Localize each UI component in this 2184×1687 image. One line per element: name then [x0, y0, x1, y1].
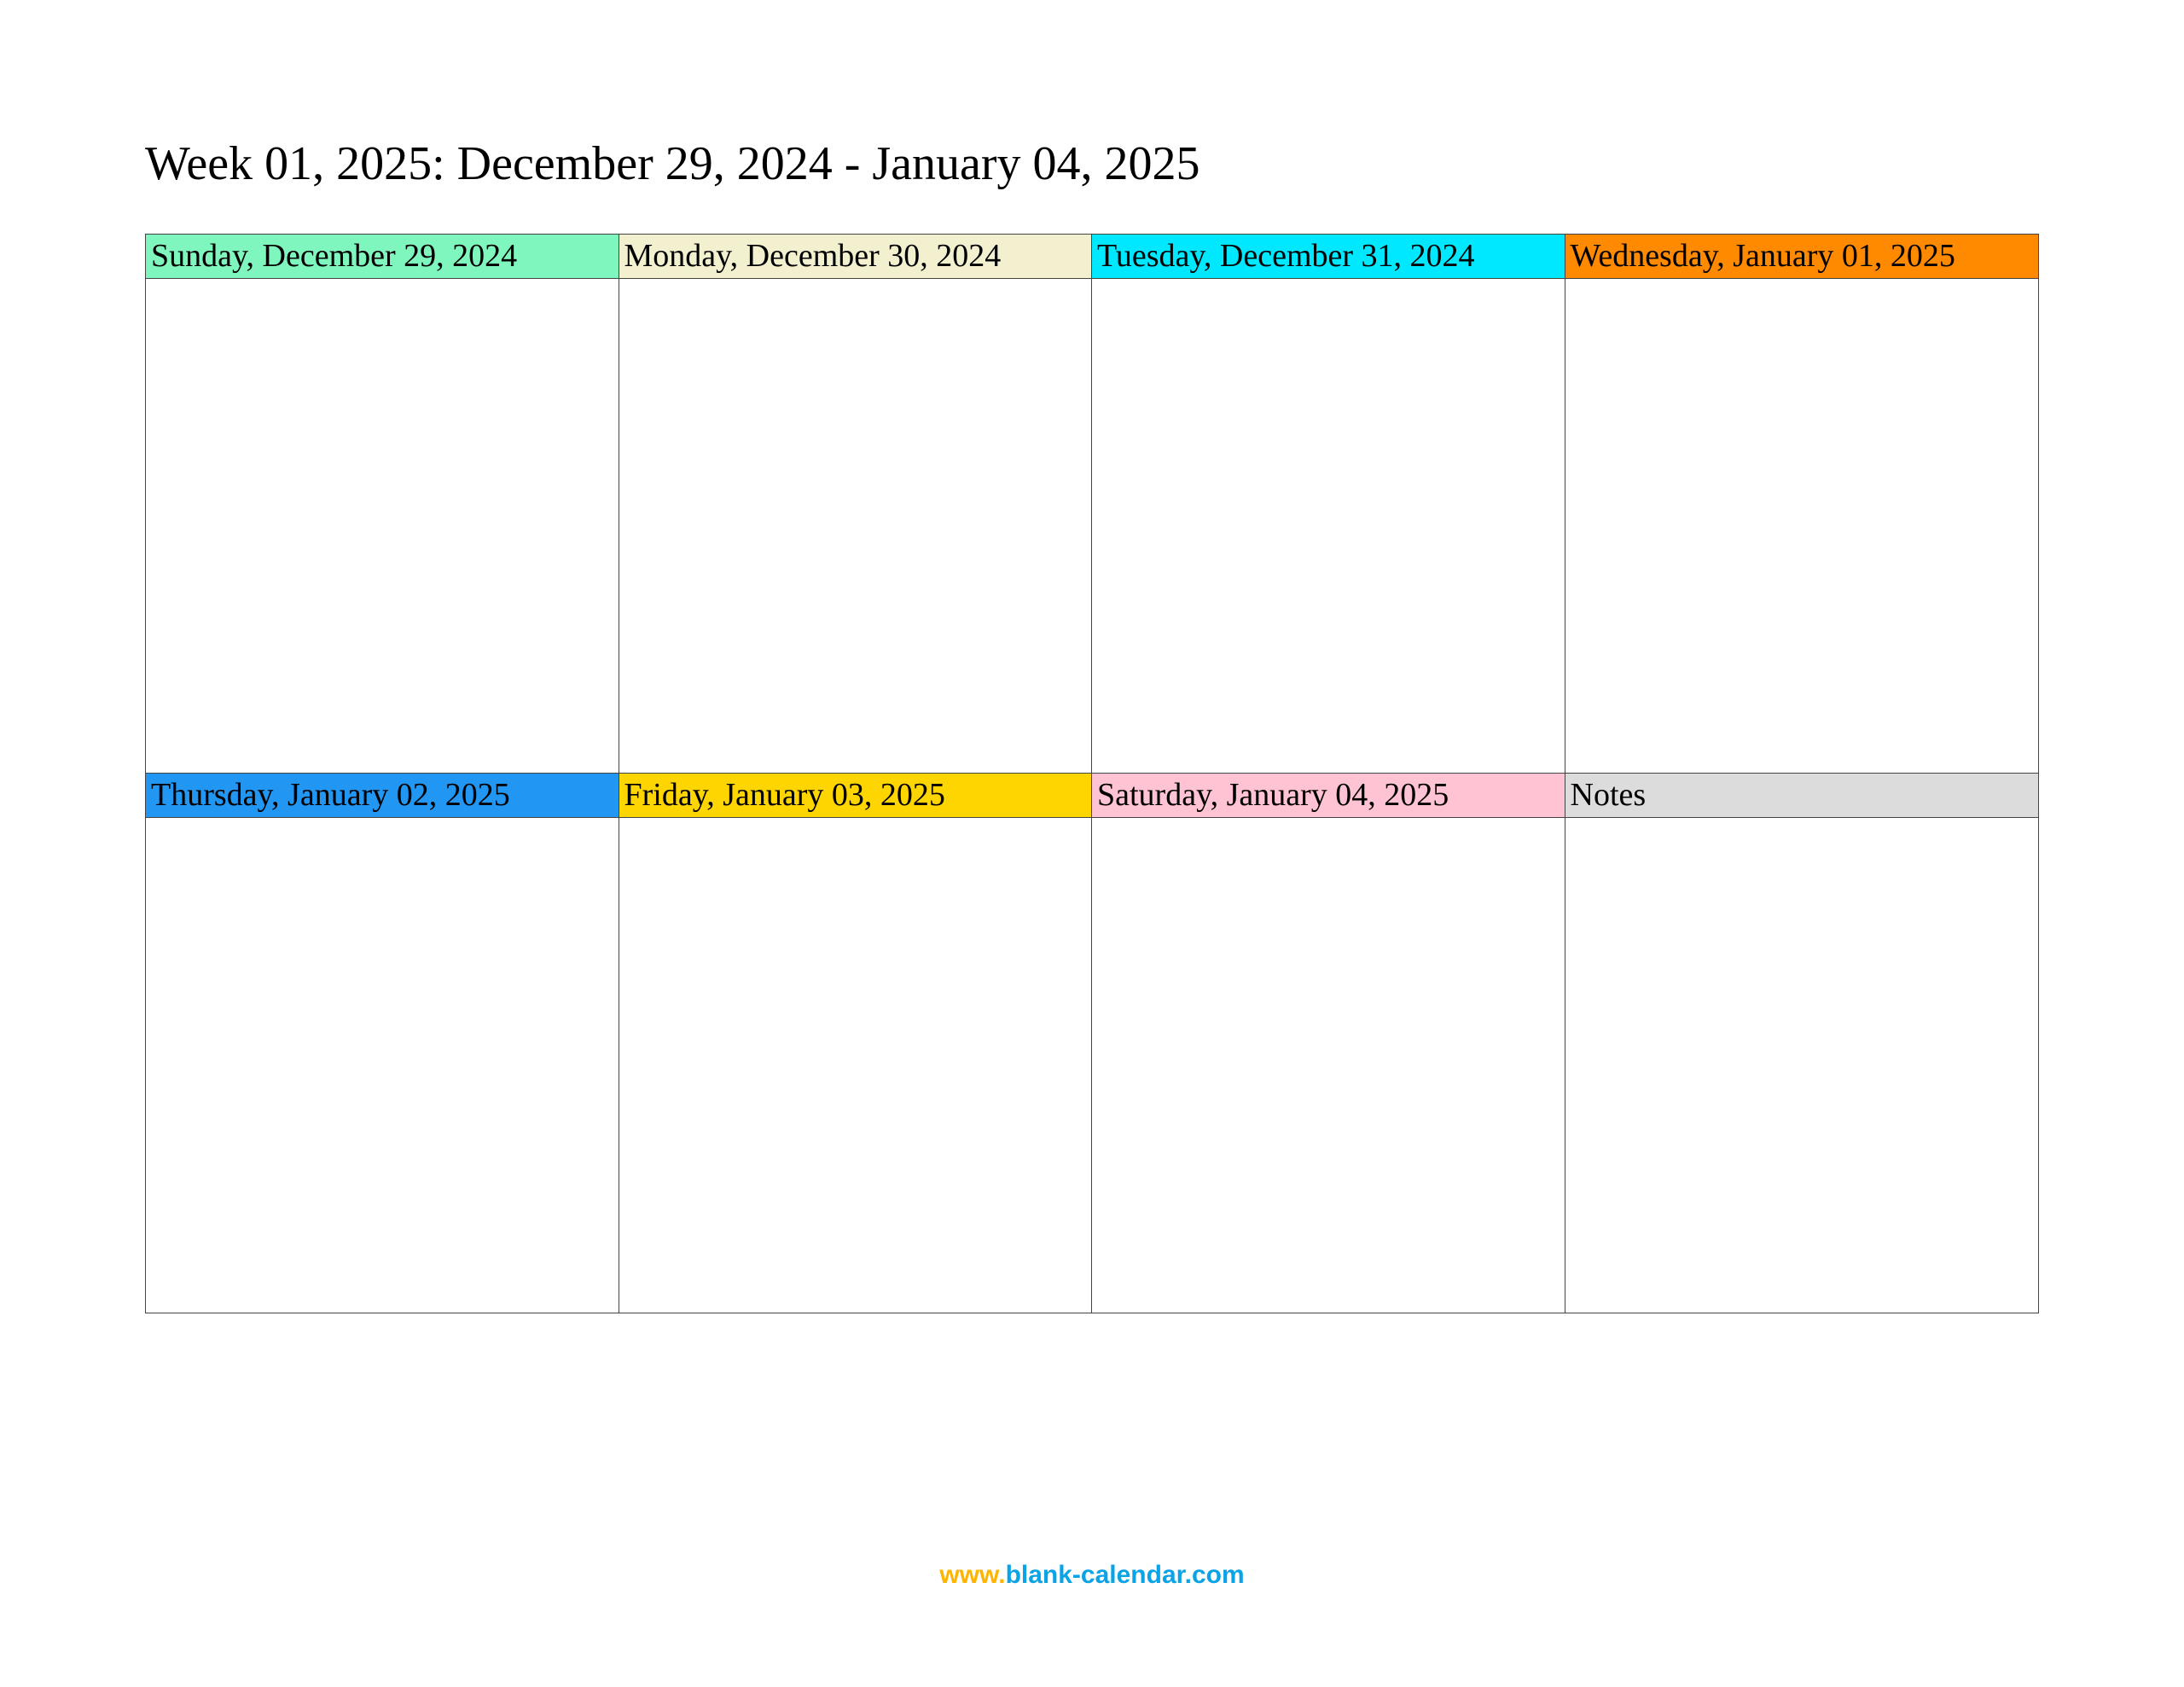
- day-header-label: Notes: [1571, 775, 1647, 816]
- day-header-label: Monday, December 30, 2024: [624, 236, 1002, 277]
- day-header-label: Sunday, December 29, 2024: [151, 236, 517, 277]
- day-cell-thursday[interactable]: [146, 818, 619, 1313]
- day-header-wednesday: Wednesday, January 01, 2025: [1565, 235, 2039, 279]
- day-header-thursday: Thursday, January 02, 2025: [146, 774, 619, 818]
- day-header-tuesday: Tuesday, December 31, 2024: [1092, 235, 1565, 279]
- day-header-label: Thursday, January 02, 2025: [151, 775, 510, 816]
- day-header-label: Tuesday, December 31, 2024: [1097, 236, 1475, 277]
- day-cell-saturday[interactable]: [1092, 818, 1565, 1313]
- day-header-monday: Monday, December 30, 2024: [619, 235, 1093, 279]
- footer-www: www.: [939, 1561, 1005, 1589]
- footer-link[interactable]: www.blank-calendar.com: [0, 1561, 2184, 1590]
- weekly-calendar-grid: Sunday, December 29, 2024 Monday, Decemb…: [145, 234, 2039, 1313]
- day-header-notes: Notes: [1565, 774, 2039, 818]
- day-header-label: Wednesday, January 01, 2025: [1571, 236, 1955, 277]
- day-cell-friday[interactable]: [619, 818, 1093, 1313]
- day-cell-wednesday[interactable]: [1565, 279, 2039, 774]
- notes-cell[interactable]: [1565, 818, 2039, 1313]
- day-header-label: Saturday, January 04, 2025: [1097, 775, 1449, 816]
- day-header-label: Friday, January 03, 2025: [624, 775, 945, 816]
- day-cell-sunday[interactable]: [146, 279, 619, 774]
- day-header-saturday: Saturday, January 04, 2025: [1092, 774, 1565, 818]
- day-cell-monday[interactable]: [619, 279, 1093, 774]
- day-header-friday: Friday, January 03, 2025: [619, 774, 1093, 818]
- footer-domain: blank-calendar.com: [1006, 1561, 1245, 1589]
- day-cell-tuesday[interactable]: [1092, 279, 1565, 774]
- day-header-sunday: Sunday, December 29, 2024: [146, 235, 619, 279]
- page-title: Week 01, 2025: December 29, 2024 - Janua…: [145, 136, 2039, 191]
